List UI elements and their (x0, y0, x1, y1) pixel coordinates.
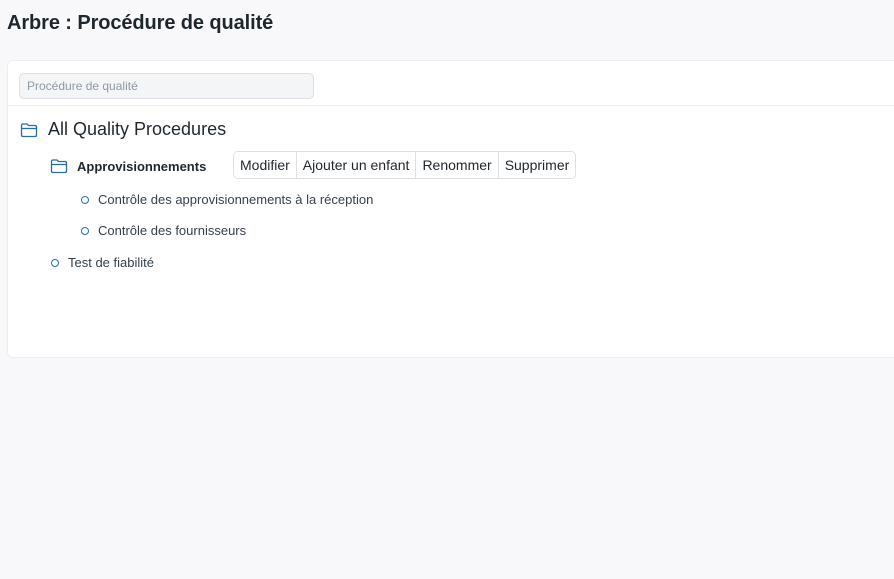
bullet-icon (81, 195, 89, 204)
search-input[interactable] (19, 73, 314, 99)
tree-node-approvisionnements[interactable]: Approvisionnements (50, 158, 206, 174)
bullet-icon (51, 258, 59, 267)
tree-leaf[interactable]: Contrôle des approvisionnements à la réc… (81, 192, 373, 207)
tree-leaf[interactable]: Test de fiabilité (51, 255, 154, 270)
toolbar (8, 61, 894, 106)
bullet-icon (81, 226, 89, 235)
page-title: Arbre : Procédure de qualité (7, 12, 274, 34)
tree-leaf[interactable]: Contrôle des fournisseurs (81, 223, 246, 238)
tree-leaf-label: Contrôle des fournisseurs (98, 223, 247, 238)
tree-card: All Quality Procedures Approvisionnement… (7, 60, 894, 358)
rename-button[interactable]: Renommer (416, 152, 499, 178)
folder-open-icon (20, 122, 38, 138)
tree-node-root-label: All Quality Procedures (48, 119, 227, 139)
edit-button[interactable]: Modifier (234, 152, 297, 178)
add-child-button[interactable]: Ajouter un enfant (296, 152, 417, 178)
folder-open-icon (50, 158, 68, 174)
tree-node-root[interactable]: All Quality Procedures (20, 119, 226, 140)
tree-node-approvisionnements-label: Approvisionnements (77, 158, 207, 174)
delete-button[interactable]: Supprimer (498, 152, 576, 178)
node-actions: Modifier Ajouter un enfant Renommer Supp… (233, 151, 577, 179)
tree-leaf-label: Test de fiabilité (68, 255, 154, 270)
tree-leaf-label: Contrôle des approvisionnements à la réc… (98, 192, 374, 207)
